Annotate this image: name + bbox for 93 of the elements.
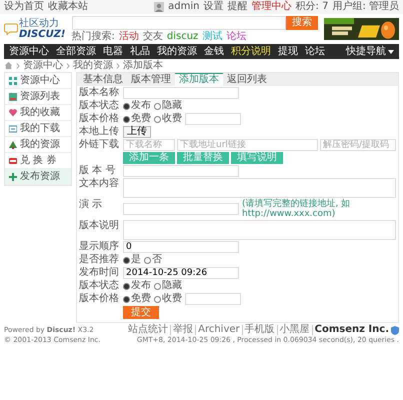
nav-item[interactable]: 提现 bbox=[275, 46, 301, 58]
input-field[interactable] bbox=[123, 165, 239, 177]
nav-item[interactable]: 全部资源 bbox=[53, 46, 99, 58]
nav-item[interactable]: 我的资源 bbox=[154, 46, 200, 58]
field-label: 版本价格 bbox=[79, 293, 120, 305]
field-label: 外链下载 bbox=[79, 139, 120, 151]
footer-link[interactable]: 举报 bbox=[173, 325, 196, 335]
nav-item[interactable]: 论坛 bbox=[302, 46, 328, 58]
footer-link[interactable]: Archiver bbox=[198, 325, 243, 335]
text-area[interactable] bbox=[123, 220, 396, 240]
radio-option[interactable]: 免费 bbox=[123, 293, 151, 305]
field-label: 版本状态 bbox=[79, 280, 120, 292]
radio-option[interactable]: 隐藏 bbox=[154, 280, 182, 292]
field-label: 版本名称 bbox=[79, 87, 120, 99]
footer-link[interactable]: 手机版 bbox=[244, 325, 278, 335]
top-link[interactable]: 积分: 7 bbox=[296, 1, 328, 13]
sidebar-item[interactable]: 我的下载 bbox=[5, 121, 71, 137]
hint-text: (请填写完整的链接地址, 如http://www.xxx.com) bbox=[242, 199, 352, 219]
field-label: 版本价格 bbox=[79, 113, 120, 125]
hot-search-link[interactable]: 活动 bbox=[118, 30, 139, 42]
field-label: 是否推荐 bbox=[79, 254, 120, 266]
ticket-icon bbox=[9, 156, 17, 164]
sidebar-item[interactable]: 发布资源 bbox=[5, 169, 71, 185]
nav-item[interactable]: 电器 bbox=[100, 46, 126, 58]
breadcrumb-link[interactable]: 资源中心 bbox=[23, 60, 63, 72]
field-label: 发布时间 bbox=[79, 267, 120, 279]
radio-option[interactable]: 收费 bbox=[154, 293, 182, 305]
shield-icon[interactable] bbox=[391, 326, 399, 334]
tab[interactable]: 添加版本 bbox=[175, 73, 223, 86]
top-link[interactable]: 收藏本站 bbox=[48, 1, 88, 13]
field-label: 版 本 号 bbox=[79, 165, 116, 177]
tab[interactable]: 返回列表 bbox=[223, 74, 271, 86]
plus-icon bbox=[9, 172, 17, 180]
input-field[interactable] bbox=[123, 203, 239, 215]
input-field[interactable] bbox=[123, 87, 239, 99]
field-label: 版本状态 bbox=[79, 100, 120, 112]
radio-option[interactable]: 发布 bbox=[123, 100, 151, 112]
footer-link[interactable]: 站点统计 bbox=[128, 325, 172, 335]
company-link[interactable]: Comsenz Inc. bbox=[314, 325, 389, 335]
text-area[interactable] bbox=[123, 178, 396, 198]
field-label: 演 示 bbox=[79, 199, 104, 211]
top-link[interactable]: 管理中心 bbox=[252, 1, 292, 13]
nav-item[interactable]: 礼品 bbox=[127, 46, 153, 58]
chevron-icon bbox=[116, 62, 120, 68]
breadcrumb-link[interactable]: 我的资源 bbox=[73, 60, 113, 72]
search-field[interactable] bbox=[72, 16, 286, 30]
breadcrumb-link[interactable]: 添加版本 bbox=[123, 60, 163, 72]
upload-button[interactable]: 上传 bbox=[123, 126, 151, 138]
hot-search-label: 热门搜索: bbox=[72, 30, 115, 42]
tab[interactable]: 版本管理 bbox=[127, 74, 175, 86]
radio-option[interactable]: 是 bbox=[123, 254, 141, 266]
caret-icon[interactable] bbox=[388, 50, 394, 54]
tree-icon bbox=[9, 140, 17, 148]
radio-option[interactable]: 隐藏 bbox=[154, 100, 182, 112]
sidebar-item[interactable]: 我的资源 bbox=[5, 137, 71, 153]
sidebar-item[interactable]: 资源列表 bbox=[5, 89, 71, 105]
radio-option[interactable]: 收费 bbox=[154, 113, 182, 125]
hot-search-link[interactable]: 交友 bbox=[142, 30, 163, 42]
tray-icon bbox=[9, 124, 17, 132]
sidebar-item[interactable]: 资源中心 bbox=[5, 73, 71, 89]
logo-wordmark[interactable]: DISCUZ! bbox=[19, 29, 66, 40]
field-label: 显示顺序 bbox=[79, 241, 120, 253]
avatar-icon[interactable] bbox=[154, 2, 164, 12]
top-link[interactable]: 设为首页 bbox=[4, 1, 44, 13]
price-field[interactable] bbox=[185, 293, 241, 305]
input-field[interactable]: 2014-10-25 09:26 bbox=[123, 267, 239, 279]
grid-icon bbox=[9, 76, 17, 84]
logo-tagline: 社区动力 bbox=[19, 18, 60, 29]
top-link[interactable]: 用户组: 管理员 bbox=[332, 1, 399, 13]
input-field[interactable]: 0 bbox=[123, 241, 239, 253]
heart-icon bbox=[9, 108, 17, 116]
username-link[interactable]: admin bbox=[168, 1, 200, 13]
field-label: 本地上传 bbox=[79, 126, 120, 138]
top-link[interactable]: 提醒 bbox=[228, 1, 248, 13]
sidebar-item[interactable]: 我的收藏 bbox=[5, 105, 71, 121]
hot-search-link[interactable]: 论坛 bbox=[226, 30, 246, 42]
field-label: 文本内容 bbox=[79, 178, 120, 190]
footer-link[interactable]: 小黑屋 bbox=[280, 325, 313, 335]
tab[interactable]: 基本信息 bbox=[79, 74, 127, 86]
price-field[interactable] bbox=[185, 113, 241, 125]
quick-nav-menu[interactable]: 快捷导航 bbox=[343, 46, 397, 58]
chevron-icon bbox=[16, 62, 20, 68]
radio-option[interactable]: 免费 bbox=[123, 113, 151, 125]
home-icon[interactable] bbox=[4, 61, 13, 70]
speech-bubble-icon bbox=[4, 23, 18, 35]
radio-option[interactable]: 否 bbox=[144, 254, 162, 266]
nav-item[interactable]: 金钱 bbox=[201, 46, 227, 58]
chevron-icon bbox=[66, 62, 70, 68]
nav-item[interactable]: 资源中心 bbox=[6, 46, 52, 58]
field-label: 版本说明 bbox=[79, 220, 120, 232]
nav-item[interactable]: 积分说明 bbox=[228, 46, 274, 58]
radio-option[interactable]: 发布 bbox=[123, 280, 151, 292]
top-link[interactable]: 设置 bbox=[204, 1, 224, 13]
